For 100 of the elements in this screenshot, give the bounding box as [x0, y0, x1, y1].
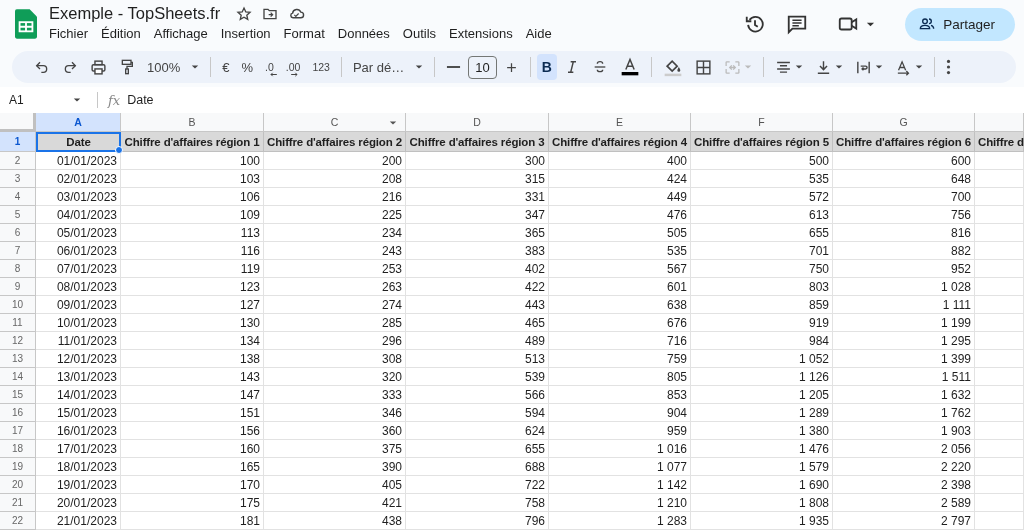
spreadsheet-logo-icon[interactable] — [15, 9, 37, 39]
table-cell: 476 — [549, 206, 691, 224]
row-header[interactable]: 8 — [0, 260, 36, 278]
column-header[interactable]: C — [264, 113, 406, 132]
table-cell — [975, 314, 1024, 332]
table-cell — [975, 332, 1024, 350]
table-cell: 1 111 — [833, 296, 975, 314]
minus-icon — [446, 65, 462, 69]
row-header[interactable]: 14 — [0, 368, 36, 386]
menu-item[interactable]: Affichage — [153, 25, 215, 42]
bold-button[interactable]: B — [536, 54, 557, 80]
menu-item[interactable]: Format — [283, 25, 332, 42]
row-header[interactable]: 12 — [0, 332, 36, 350]
document-title[interactable]: Exemple - TopSheets.fr — [49, 4, 221, 23]
share-button[interactable]: Partager — [905, 7, 1015, 41]
comment-icon[interactable] — [786, 13, 809, 35]
arrow-icon — [289, 72, 299, 77]
caret-icon[interactable] — [389, 119, 397, 127]
row-header[interactable]: 7 — [0, 242, 36, 260]
table-cell: 438 — [264, 512, 406, 530]
table-cell: 816 — [833, 224, 975, 242]
table-cell: 422 — [406, 278, 549, 296]
table-cell — [975, 422, 1024, 440]
row-header[interactable]: 17 — [0, 422, 36, 440]
table-cell: 08/01/2023 — [36, 278, 121, 296]
row-header[interactable]: 22 — [0, 512, 36, 530]
table-cell: 701 — [691, 242, 833, 260]
table-cell: 109 — [121, 206, 264, 224]
table-cell: 505 — [549, 224, 691, 242]
star-icon[interactable] — [236, 5, 253, 22]
table-cell: 919 — [691, 314, 833, 332]
table-cell: 489 — [406, 332, 549, 350]
column-header[interactable]: A — [36, 113, 121, 132]
table-cell: 600 — [833, 152, 975, 170]
table-cell: 127 — [121, 296, 264, 314]
decrease-decimals-button[interactable]: .0 — [260, 54, 279, 80]
table-cell: 500 — [691, 152, 833, 170]
row-header[interactable]: 21 — [0, 494, 36, 512]
column-header[interactable]: D — [406, 113, 549, 132]
column-header[interactable]: E — [549, 113, 691, 132]
column-header[interactable]: B — [121, 113, 264, 132]
font-dropdown[interactable]: Par dé… — [347, 54, 429, 80]
number-format-button[interactable]: 123 — [307, 54, 335, 80]
row-header[interactable]: 18 — [0, 440, 36, 458]
row-header[interactable]: 1 — [0, 132, 36, 152]
row-header[interactable]: 13 — [0, 350, 36, 368]
table-cell: 1 690 — [691, 476, 833, 494]
table-cell: 151 — [121, 404, 264, 422]
font-size-field[interactable]: 10 — [468, 55, 497, 79]
table-cell: 296 — [264, 332, 406, 350]
history-icon[interactable] — [744, 13, 767, 35]
row-header[interactable]: 9 — [0, 278, 36, 296]
table-cell: 331 — [406, 188, 549, 206]
menu-item[interactable]: Fichier — [49, 25, 95, 42]
people-icon — [919, 16, 936, 32]
table-cell: 638 — [549, 296, 691, 314]
name-box[interactable]: A1 — [0, 93, 87, 107]
table-cell: 759 — [549, 350, 691, 368]
table-cell: 1 476 — [691, 440, 833, 458]
table-cell — [975, 386, 1024, 404]
row-header[interactable]: 3 — [0, 170, 36, 188]
table-cell: 18/01/2023 — [36, 458, 121, 476]
row-header[interactable]: 16 — [0, 404, 36, 422]
row-header[interactable]: 20 — [0, 476, 36, 494]
table-cell — [975, 404, 1024, 422]
table-cell: 12/01/2023 — [36, 350, 121, 368]
menu-item[interactable]: Insertion — [220, 25, 278, 42]
table-cell: 21/01/2023 — [36, 512, 121, 530]
currency-button[interactable]: € — [217, 54, 235, 80]
increase-decimals-button[interactable]: .00 — [280, 54, 306, 80]
table-cell: 10/01/2023 — [36, 314, 121, 332]
menu-item[interactable]: Aide — [525, 25, 559, 42]
table-cell: 216 — [264, 188, 406, 206]
table-cell — [975, 224, 1024, 242]
table-cell: 160 — [121, 440, 264, 458]
row-header[interactable]: 4 — [0, 188, 36, 206]
column-header[interactable]: F — [691, 113, 833, 132]
menu-item[interactable]: Extensions — [449, 25, 520, 42]
row-header[interactable]: 6 — [0, 224, 36, 242]
table-cell: 14/01/2023 — [36, 386, 121, 404]
zoom-dropdown[interactable]: 100% — [142, 54, 205, 80]
row-header[interactable]: 2 — [0, 152, 36, 170]
menu-item[interactable]: Outils — [402, 25, 444, 42]
table-cell: 05/01/2023 — [36, 224, 121, 242]
table-cell: 624 — [406, 422, 549, 440]
column-header[interactable]: G — [833, 113, 975, 132]
row-header[interactable]: 10 — [0, 296, 36, 314]
row-header[interactable]: 15 — [0, 386, 36, 404]
formula-field[interactable]: Date — [127, 93, 154, 107]
table-cell: 274 — [264, 296, 406, 314]
row-header[interactable]: 5 — [0, 206, 36, 224]
header-cell: Date — [36, 132, 121, 152]
table-cell: 443 — [406, 296, 549, 314]
row-header[interactable]: 11 — [0, 314, 36, 332]
table-cell: 04/01/2023 — [36, 206, 121, 224]
menu-item[interactable]: Données — [337, 25, 397, 42]
percent-button[interactable]: % — [236, 54, 259, 80]
menu-item[interactable]: Édition — [101, 25, 148, 42]
table-cell: 383 — [406, 242, 549, 260]
row-header[interactable]: 19 — [0, 458, 36, 476]
